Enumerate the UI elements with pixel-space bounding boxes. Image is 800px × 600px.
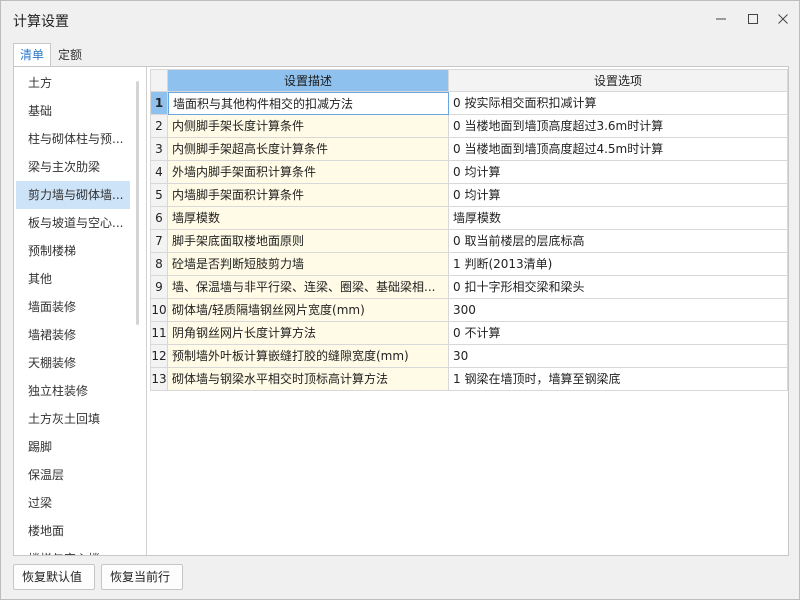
table-row[interactable]: 9 墙、保温墙与非平行梁、连梁、圈梁、基础梁相... 0 扣十字形相交梁和梁头 [150,276,788,299]
table-row[interactable]: 8 砼墙是否判断短肢剪力墙 1 判断(2013清单) [150,253,788,276]
table-row[interactable]: 3 内侧脚手架超高长度计算条件 0 当楼地面到墙顶高度超过4.5m时计算 [150,138,788,161]
sidebar-item[interactable]: 土方 [16,69,130,97]
table-row[interactable]: 7 脚手架底面取楼地面原则 0 取当前楼层的层底标高 [150,230,788,253]
close-icon[interactable] [769,7,797,31]
row-number: 5 [150,184,168,207]
sidebar-item[interactable]: 板与坡道与空心... [16,209,130,237]
sidebar-item[interactable]: 楼地面 [16,517,130,545]
setting-option[interactable]: 30 [449,345,788,368]
grid-body: 1 墙面积与其他构件相交的扣减方法 0 按实际相交面积扣减计算 2 内侧脚手架长度计算条… [150,92,788,391]
maximize-icon[interactable] [739,7,767,31]
setting-option[interactable]: 0 均计算 [449,161,788,184]
setting-desc[interactable]: 砌体墙与钢梁水平相交时顶标高计算方法 [168,368,449,391]
sidebar-item[interactable]: 墙面装修 [16,293,130,321]
setting-option[interactable]: 300 [449,299,788,322]
row-number: 7 [150,230,168,253]
table-row[interactable]: 10 砌体墙/轻质隔墙钢丝网片宽度(mm) 300 [150,299,788,322]
row-number: 6 [150,207,168,230]
setting-desc[interactable]: 预制墙外叶板计算嵌缝打胶的缝隙宽度(mm) [168,345,449,368]
category-list[interactable]: 土方 基础 柱与砌体柱与预... 梁与主次肋梁 剪力墙与砌体墙... 板与坡道与空心...… [16,69,142,555]
row-number: 11 [150,322,168,345]
title-bar[interactable]: 计算设置 [1,1,799,39]
setting-desc[interactable]: 内墙脚手架面积计算条件 [168,184,449,207]
setting-option[interactable]: 0 按实际相交面积扣减计算 [449,92,788,115]
setting-desc[interactable]: 脚手架底面取楼地面原则 [168,230,449,253]
setting-option[interactable]: 0 当楼地面到墙顶高度超过4.5m时计算 [449,138,788,161]
row-number: 10 [150,299,168,322]
table-row[interactable]: 4 外墙内脚手架面积计算条件 0 均计算 [150,161,788,184]
sidebar-item[interactable]: 天棚装修 [16,349,130,377]
window-title: 计算设置 [13,14,69,30]
setting-desc[interactable]: 墙、保温墙与非平行梁、连梁、圈梁、基础梁相... [168,276,449,299]
sidebar-item[interactable]: 土方灰土回填 [16,405,130,433]
settings-panel: 土方 基础 柱与砌体柱与预... 梁与主次肋梁 剪力墙与砌体墙... 板与坡道与空心...… [13,66,789,556]
setting-desc[interactable]: 内侧脚手架超高长度计算条件 [168,138,449,161]
sidebar-scrollbar[interactable] [136,81,139,325]
setting-option[interactable]: 0 扣十字形相交梁和梁头 [449,276,788,299]
setting-option[interactable]: 0 均计算 [449,184,788,207]
restore-current-row-button[interactable]: 恢复当前行 [101,564,183,590]
row-number: 1 [150,92,168,115]
table-row[interactable]: 11 阴角钢丝网片长度计算方法 0 不计算 [150,322,788,345]
sidebar-item[interactable]: 踢脚 [16,433,130,461]
setting-option[interactable]: 0 不计算 [449,322,788,345]
sidebar-item[interactable]: 柱与砌体柱与预... [16,125,130,153]
setting-desc[interactable]: 墙厚模数 [168,207,449,230]
calc-settings-window: 计算设置 清单 定额 土方 基础 柱与砌体柱与预... 梁与主次肋梁 剪力墙与砌体墙..… [0,0,800,600]
grid-header-row: 设置描述 设置选项 [150,69,788,92]
row-number: 2 [150,115,168,138]
settings-grid: 设置描述 设置选项 1 墙面积与其他构件相交的扣减方法 0 按实际相交面积扣减计算 2… [150,69,788,391]
sidebar-item[interactable]: 梁与主次肋梁 [16,153,130,181]
table-row[interactable]: 13 砌体墙与钢梁水平相交时顶标高计算方法 1 钢梁在墙顶时，墙算至钢梁底 [150,368,788,391]
setting-desc[interactable]: 阴角钢丝网片长度计算方法 [168,322,449,345]
sidebar-item[interactable]: 墙裙装修 [16,321,130,349]
sidebar-item[interactable]: 剪力墙与砌体墙... [16,181,130,209]
row-number: 4 [150,161,168,184]
row-number: 9 [150,276,168,299]
row-number: 8 [150,253,168,276]
setting-option[interactable]: 1 钢梁在墙顶时，墙算至钢梁底 [449,368,788,391]
setting-option[interactable]: 墙厚模数 [449,207,788,230]
tab-quota[interactable]: 定额 [51,43,89,67]
row-number: 12 [150,345,168,368]
sidebar-item[interactable]: 预制楼梯 [16,237,130,265]
setting-option[interactable]: 0 当楼地面到墙顶高度超过3.6m时计算 [449,115,788,138]
panel-splitter[interactable] [146,67,147,555]
table-row[interactable]: 12 预制墙外叶板计算嵌缝打胶的缝隙宽度(mm) 30 [150,345,788,368]
row-number: 13 [150,368,168,391]
row-number: 3 [150,138,168,161]
setting-desc[interactable]: 砌体墙/轻质隔墙钢丝网片宽度(mm) [168,299,449,322]
setting-desc[interactable]: 外墙内脚手架面积计算条件 [168,161,449,184]
header-option[interactable]: 设置选项 [449,69,788,92]
setting-option[interactable]: 1 判断(2013清单) [449,253,788,276]
sidebar-item[interactable]: 过梁 [16,489,130,517]
setting-desc[interactable]: 内侧脚手架长度计算条件 [168,115,449,138]
table-row[interactable]: 6 墙厚模数 墙厚模数 [150,207,788,230]
sidebar-item[interactable]: 独立柱装修 [16,377,130,405]
setting-option[interactable]: 0 取当前楼层的层底标高 [449,230,788,253]
tab-bill[interactable]: 清单 [13,43,52,67]
tab-bar: 清单 定额 [13,43,89,67]
grid-corner-cell [150,69,168,92]
sidebar-item[interactable]: 基础 [16,97,130,125]
table-row[interactable]: 2 内侧脚手架长度计算条件 0 当楼地面到墙顶高度超过3.6m时计算 [150,115,788,138]
sidebar-item[interactable]: 保温层 [16,461,130,489]
sidebar-item[interactable]: 其他 [16,265,130,293]
setting-desc[interactable]: 砼墙是否判断短肢剪力墙 [168,253,449,276]
setting-desc[interactable]: 墙面积与其他构件相交的扣减方法 [168,92,449,115]
table-row[interactable]: 5 内墙脚手架面积计算条件 0 均计算 [150,184,788,207]
table-row[interactable]: 1 墙面积与其他构件相交的扣减方法 0 按实际相交面积扣减计算 [150,92,788,115]
restore-default-button[interactable]: 恢复默认值 [13,564,95,590]
sidebar-item[interactable]: 楼梯与空心楼... [16,545,130,555]
minimize-icon[interactable] [707,7,735,31]
header-desc[interactable]: 设置描述 [168,69,449,92]
